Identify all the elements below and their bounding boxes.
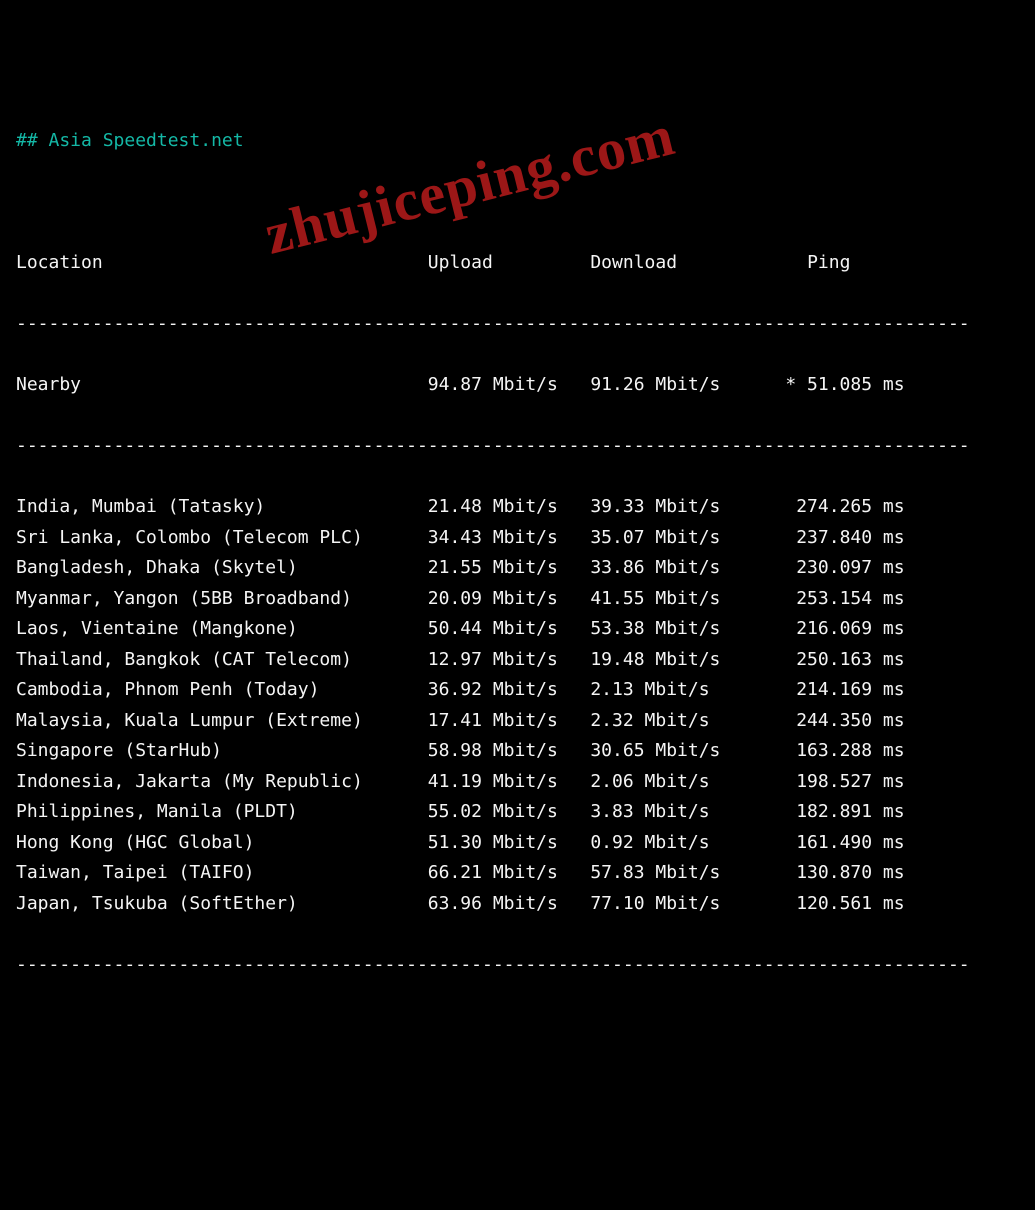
cell-ping: 120.561 ms [753, 889, 905, 920]
table-row: Malaysia, Kuala Lumpur (Extreme)17.41 Mb… [16, 706, 1019, 737]
divider: ----------------------------------------… [16, 431, 1019, 462]
cell-location: Indonesia, Jakarta (My Republic) [16, 767, 428, 798]
cell-upload: 50.44 Mbit/s [428, 614, 591, 645]
cell-location: Philippines, Manila (PLDT) [16, 797, 428, 828]
cell-download: 0.92 Mbit/s [590, 828, 753, 859]
cell-location: Hong Kong (HGC Global) [16, 828, 428, 859]
cell-upload: 20.09 Mbit/s [428, 584, 591, 615]
cell-upload: 63.96 Mbit/s [428, 889, 591, 920]
table-row: Laos, Vientaine (Mangkone)50.44 Mbit/s53… [16, 614, 1019, 645]
cell-upload: 51.30 Mbit/s [428, 828, 591, 859]
cell-location: India, Mumbai (Tatasky) [16, 492, 428, 523]
cell-ping: 214.169 ms [753, 675, 905, 706]
nearby-upload: 94.87 Mbit/s [428, 370, 591, 401]
table-row: Myanmar, Yangon (5BB Broadband)20.09 Mbi… [16, 584, 1019, 615]
cell-ping: 250.163 ms [753, 645, 905, 676]
table-row: Japan, Tsukuba (SoftEther)63.96 Mbit/s77… [16, 889, 1019, 920]
cell-location: Taiwan, Taipei (TAIFO) [16, 858, 428, 889]
cell-ping: 198.527 ms [753, 767, 905, 798]
cell-ping: 163.288 ms [753, 736, 905, 767]
cell-ping: 274.265 ms [753, 492, 905, 523]
cell-download: 53.38 Mbit/s [590, 614, 753, 645]
table-row: Hong Kong (HGC Global)51.30 Mbit/s0.92 M… [16, 828, 1019, 859]
table-row: Singapore (StarHub)58.98 Mbit/s30.65 Mbi… [16, 736, 1019, 767]
cell-download: 3.83 Mbit/s [590, 797, 753, 828]
cell-ping: 216.069 ms [753, 614, 905, 645]
cell-location: Japan, Tsukuba (SoftEther) [16, 889, 428, 920]
cell-upload: 66.21 Mbit/s [428, 858, 591, 889]
cell-location: Cambodia, Phnom Penh (Today) [16, 675, 428, 706]
cell-download: 57.83 Mbit/s [590, 858, 753, 889]
cell-upload: 34.43 Mbit/s [428, 523, 591, 554]
blank-row [16, 187, 1019, 218]
cell-location: Sri Lanka, Colombo (Telecom PLC) [16, 523, 428, 554]
divider: ----------------------------------------… [16, 950, 1019, 981]
cell-location: Bangladesh, Dhaka (Skytel) [16, 553, 428, 584]
table-row: Indonesia, Jakarta (My Republic)41.19 Mb… [16, 767, 1019, 798]
cell-ping: 237.840 ms [753, 523, 905, 554]
cell-upload: 21.48 Mbit/s [428, 492, 591, 523]
section-title: ## Asia Speedtest.net [16, 126, 1019, 157]
nearby-ping: * 51.085 ms [753, 370, 905, 401]
cell-upload: 41.19 Mbit/s [428, 767, 591, 798]
cell-ping: 182.891 ms [753, 797, 905, 828]
table-row: Philippines, Manila (PLDT)55.02 Mbit/s3.… [16, 797, 1019, 828]
header-location: Location [16, 248, 428, 279]
nearby-location: Nearby [16, 370, 428, 401]
nearby-row: Nearby94.87 Mbit/s91.26 Mbit/s* 51.085 m… [16, 370, 1019, 401]
cell-download: 33.86 Mbit/s [590, 553, 753, 584]
cell-download: 35.07 Mbit/s [590, 523, 753, 554]
table-row: Sri Lanka, Colombo (Telecom PLC)34.43 Mb… [16, 523, 1019, 554]
cell-download: 41.55 Mbit/s [590, 584, 753, 615]
cell-download: 77.10 Mbit/s [590, 889, 753, 920]
table-row: Bangladesh, Dhaka (Skytel)21.55 Mbit/s33… [16, 553, 1019, 584]
cell-download: 39.33 Mbit/s [590, 492, 753, 523]
table-row: India, Mumbai (Tatasky)21.48 Mbit/s39.33… [16, 492, 1019, 523]
cell-location: Singapore (StarHub) [16, 736, 428, 767]
cell-upload: 17.41 Mbit/s [428, 706, 591, 737]
cell-location: Laos, Vientaine (Mangkone) [16, 614, 428, 645]
header-download: Download [590, 248, 753, 279]
cell-download: 2.06 Mbit/s [590, 767, 753, 798]
table-row: Cambodia, Phnom Penh (Today)36.92 Mbit/s… [16, 675, 1019, 706]
cell-upload: 12.97 Mbit/s [428, 645, 591, 676]
cell-upload: 58.98 Mbit/s [428, 736, 591, 767]
nearby-download: 91.26 Mbit/s [590, 370, 753, 401]
cell-download: 19.48 Mbit/s [590, 645, 753, 676]
cell-location: Malaysia, Kuala Lumpur (Extreme) [16, 706, 428, 737]
cell-ping: 253.154 ms [753, 584, 905, 615]
divider: ----------------------------------------… [16, 309, 1019, 340]
cell-upload: 55.02 Mbit/s [428, 797, 591, 828]
cell-download: 2.13 Mbit/s [590, 675, 753, 706]
cell-location: Myanmar, Yangon (5BB Broadband) [16, 584, 428, 615]
cell-ping: 161.490 ms [753, 828, 905, 859]
header-ping: Ping [753, 248, 905, 279]
cell-download: 30.65 Mbit/s [590, 736, 753, 767]
table-row: Thailand, Bangkok (CAT Telecom)12.97 Mbi… [16, 645, 1019, 676]
header-upload: Upload [428, 248, 591, 279]
cell-upload: 36.92 Mbit/s [428, 675, 591, 706]
cell-upload: 21.55 Mbit/s [428, 553, 591, 584]
table-row: Taiwan, Taipei (TAIFO)66.21 Mbit/s57.83 … [16, 858, 1019, 889]
cell-ping: 244.350 ms [753, 706, 905, 737]
cell-download: 2.32 Mbit/s [590, 706, 753, 737]
cell-ping: 130.870 ms [753, 858, 905, 889]
cell-location: Thailand, Bangkok (CAT Telecom) [16, 645, 428, 676]
cell-ping: 230.097 ms [753, 553, 905, 584]
table-header: LocationUploadDownloadPing [16, 248, 1019, 279]
